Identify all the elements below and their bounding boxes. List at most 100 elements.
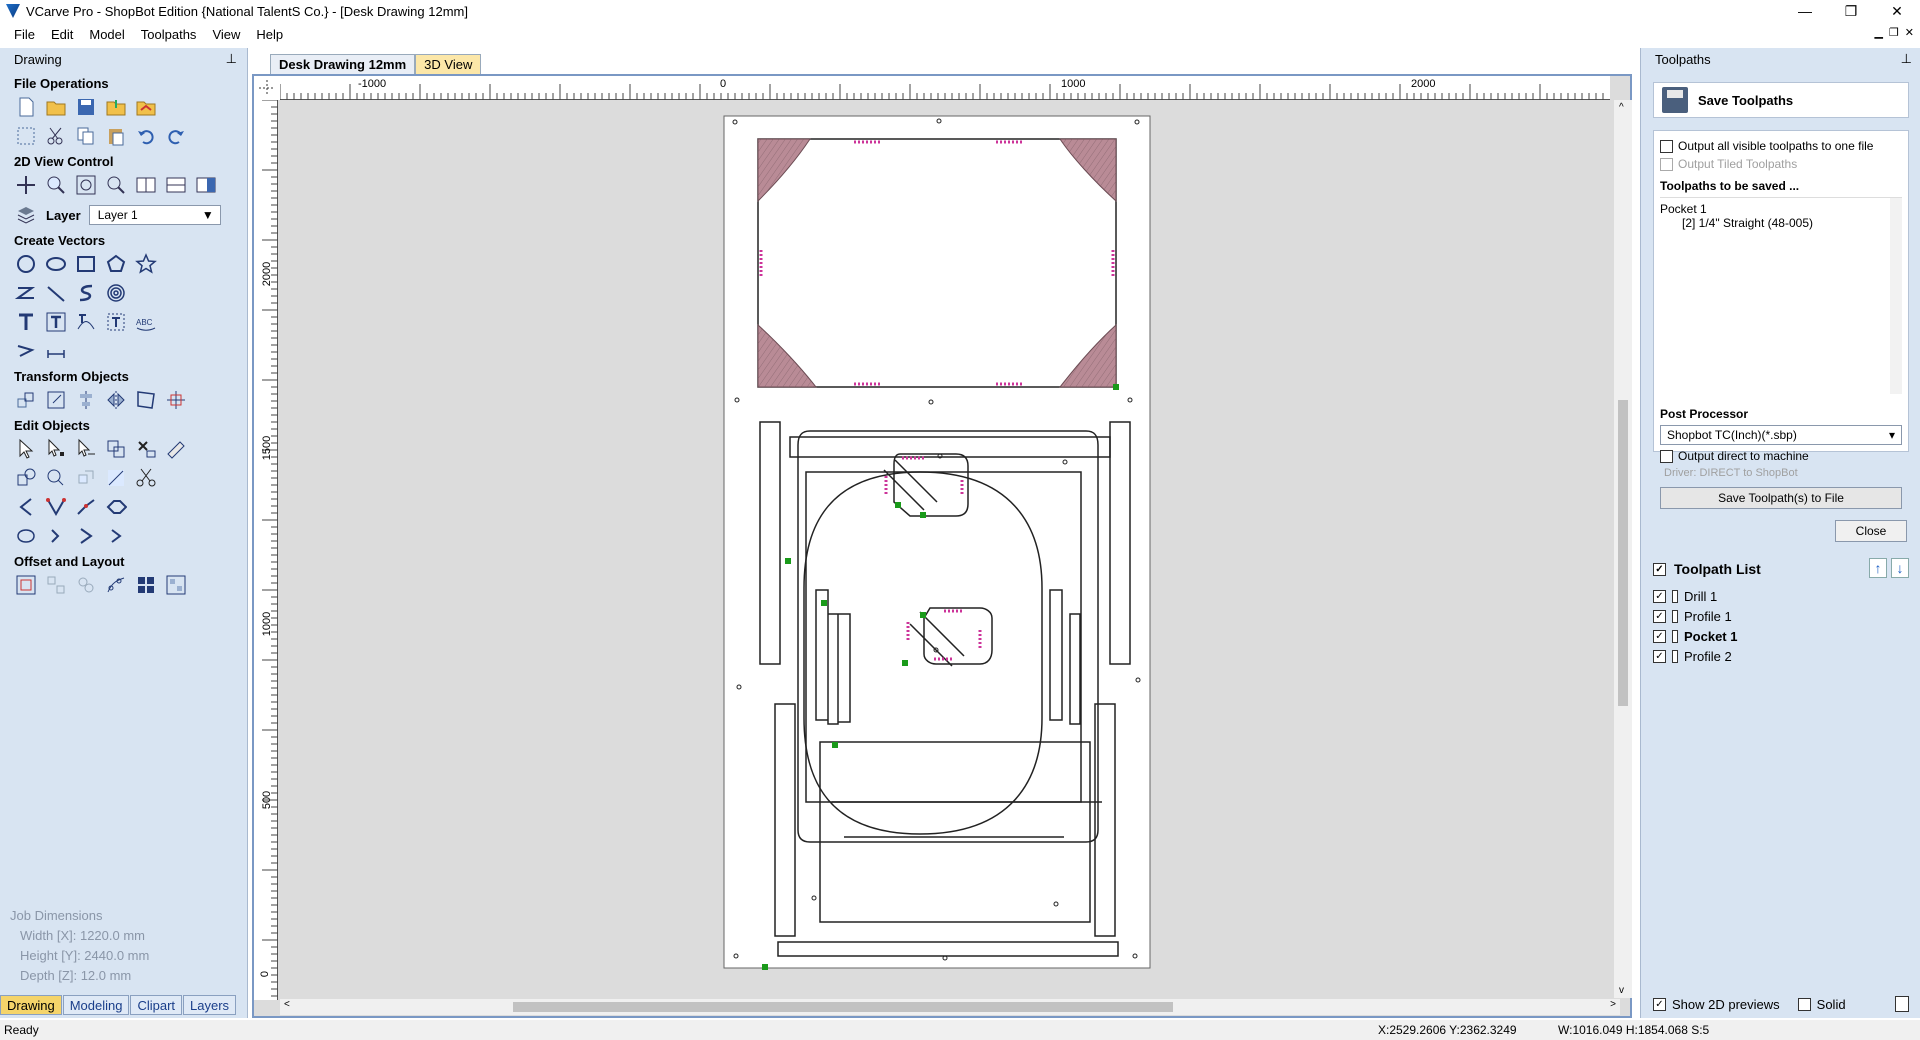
- auto-layout-text-icon[interactable]: [44, 310, 68, 334]
- close-button[interactable]: Close: [1835, 520, 1907, 542]
- toolpath-checkbox[interactable]: ✓: [1653, 609, 1666, 623]
- save-toolpaths-to-file-button[interactable]: Save Toolpath(s) to File: [1660, 487, 1902, 509]
- tab-modeling[interactable]: Modeling: [62, 995, 130, 1015]
- minimize-button[interactable]: —: [1782, 0, 1828, 22]
- join-vectors-icon[interactable]: [14, 466, 38, 490]
- cut-icon[interactable]: [44, 124, 68, 148]
- new-file-icon[interactable]: [14, 95, 38, 119]
- text-on-curve-icon[interactable]: [74, 310, 98, 334]
- pin-icon[interactable]: ⊥: [1901, 51, 1912, 67]
- pan-icon[interactable]: [14, 173, 38, 197]
- text-spacing-icon[interactable]: ABC: [134, 310, 158, 334]
- menu-file[interactable]: File: [14, 27, 35, 42]
- zoom-extents-icon[interactable]: [74, 173, 98, 197]
- grid-layout-icon[interactable]: [134, 573, 158, 597]
- measure-icon[interactable]: [164, 437, 188, 461]
- toolpath-checkbox[interactable]: ✓: [1653, 649, 1666, 663]
- output-all-visible-checkbox[interactable]: [1660, 139, 1673, 153]
- solid-checkbox[interactable]: [1797, 997, 1811, 1011]
- scroll-up-icon[interactable]: ^: [1619, 102, 1624, 113]
- scissors-icon[interactable]: [134, 466, 158, 490]
- zoom-icon[interactable]: [44, 173, 68, 197]
- save-file-icon[interactable]: [74, 95, 98, 119]
- nesting-icon[interactable]: [44, 573, 68, 597]
- import-icon[interactable]: [104, 95, 128, 119]
- extend-vector-icon[interactable]: [104, 495, 128, 519]
- tab-3d-view[interactable]: 3D View: [415, 54, 482, 74]
- toolpath-item-profile-2[interactable]: ✓ Profile 2: [1653, 646, 1909, 666]
- chevron-right-small-icon[interactable]: [44, 524, 68, 548]
- move-icon[interactable]: [14, 388, 38, 412]
- offset-vectors-icon[interactable]: [14, 573, 38, 597]
- drawing-canvas[interactable]: [280, 102, 1620, 997]
- menu-edit[interactable]: Edit: [51, 27, 73, 42]
- pin-icon[interactable]: ⊥: [226, 51, 237, 67]
- view-layout-icon[interactable]: [134, 173, 158, 197]
- move-down-arrow-icon[interactable]: ↓: [1891, 558, 1909, 578]
- dogbone-icon[interactable]: [44, 495, 68, 519]
- fillet-icon[interactable]: [104, 466, 128, 490]
- menu-view[interactable]: View: [212, 27, 240, 42]
- draw-text-icon[interactable]: [14, 310, 38, 334]
- smooth-vector-icon[interactable]: [14, 524, 38, 548]
- open-file-icon[interactable]: [44, 95, 68, 119]
- output-all-visible-row[interactable]: Output all visible toolpaths to one file: [1660, 139, 1902, 153]
- menu-model[interactable]: Model: [89, 27, 124, 42]
- move-up-arrow-icon[interactable]: ↑: [1869, 558, 1887, 578]
- node-edit-icon[interactable]: [44, 437, 68, 461]
- array-copy-icon[interactable]: [74, 573, 98, 597]
- copy-icon[interactable]: [74, 124, 98, 148]
- draw-polyline-icon[interactable]: [14, 281, 38, 305]
- view-split-icon[interactable]: [164, 173, 188, 197]
- layer-dropdown[interactable]: Layer 1 ▼: [88, 205, 221, 225]
- vertical-scroll-thumb[interactable]: [1618, 400, 1628, 706]
- chevron-right-icon[interactable]: [74, 524, 98, 548]
- output-direct-checkbox[interactable]: [1660, 449, 1673, 463]
- draw-rectangle-icon[interactable]: [74, 252, 98, 276]
- show-2d-previews-checkbox[interactable]: ✓: [1653, 997, 1666, 1011]
- tab-desk-drawing[interactable]: Desk Drawing 12mm: [270, 54, 416, 74]
- offset-icon[interactable]: [74, 466, 98, 490]
- zoom-selected-icon[interactable]: [104, 173, 128, 197]
- interactive-trim-icon[interactable]: [74, 437, 98, 461]
- distort-icon[interactable]: [134, 388, 158, 412]
- copy-along-vectors-icon[interactable]: [104, 573, 128, 597]
- vertical-scrollbar[interactable]: ^ v: [1614, 100, 1632, 998]
- tab-clipart[interactable]: Clipart: [130, 995, 183, 1015]
- toolpath-item-profile-1[interactable]: ✓ Profile 1: [1653, 606, 1909, 626]
- set-position-icon[interactable]: [164, 388, 188, 412]
- select-pointer-icon[interactable]: [14, 437, 38, 461]
- tab-layers[interactable]: Layers: [183, 995, 237, 1015]
- doc-close-button[interactable]: ✕: [1905, 26, 1914, 39]
- scroll-down-icon[interactable]: v: [1619, 985, 1624, 996]
- draw-curve-icon[interactable]: [74, 281, 98, 305]
- toolpath-checkbox[interactable]: ✓: [1653, 629, 1666, 643]
- toolpath-item-pocket-1[interactable]: ✓ Pocket 1: [1653, 626, 1909, 646]
- doc-restore-button[interactable]: ❐: [1889, 26, 1899, 39]
- toolpath-item-drill-1[interactable]: ✓ Drill 1: [1653, 586, 1909, 606]
- align-icon[interactable]: [74, 388, 98, 412]
- doc-minimize-button[interactable]: ▁: [1874, 26, 1882, 39]
- scroll-left-icon[interactable]: <: [284, 999, 290, 1010]
- paste-icon[interactable]: [104, 124, 128, 148]
- horizontal-scroll-thumb[interactable]: [513, 1002, 1173, 1012]
- chevron-left-icon[interactable]: [14, 495, 38, 519]
- close-vectors-icon[interactable]: [44, 466, 68, 490]
- chevron-right-alt-icon[interactable]: [104, 524, 128, 548]
- menu-toolpaths[interactable]: Toolpaths: [141, 27, 197, 42]
- draw-ellipse-icon[interactable]: [44, 252, 68, 276]
- scroll-right-icon[interactable]: >: [1610, 999, 1616, 1010]
- toolpath-list-checkbox[interactable]: ✓: [1653, 562, 1666, 576]
- mirror-icon[interactable]: [104, 388, 128, 412]
- close-window-button[interactable]: ✕: [1874, 0, 1920, 22]
- job-setup-icon[interactable]: [14, 124, 38, 148]
- draw-star-icon[interactable]: [134, 252, 158, 276]
- redo-icon[interactable]: [164, 124, 188, 148]
- toolpath-checkbox[interactable]: ✓: [1653, 589, 1666, 603]
- import-vectors-icon[interactable]: [134, 95, 158, 119]
- scale-icon[interactable]: [44, 388, 68, 412]
- toolpaths-to-save-list[interactable]: Pocket 1 [2] 1/4" Straight (48-005): [1660, 197, 1902, 397]
- ruler-origin-icon[interactable]: [254, 76, 280, 100]
- draw-circle-icon[interactable]: [14, 252, 38, 276]
- post-processor-dropdown[interactable]: Shopbot TC(Inch)(*.sbp) ▾: [1660, 425, 1902, 445]
